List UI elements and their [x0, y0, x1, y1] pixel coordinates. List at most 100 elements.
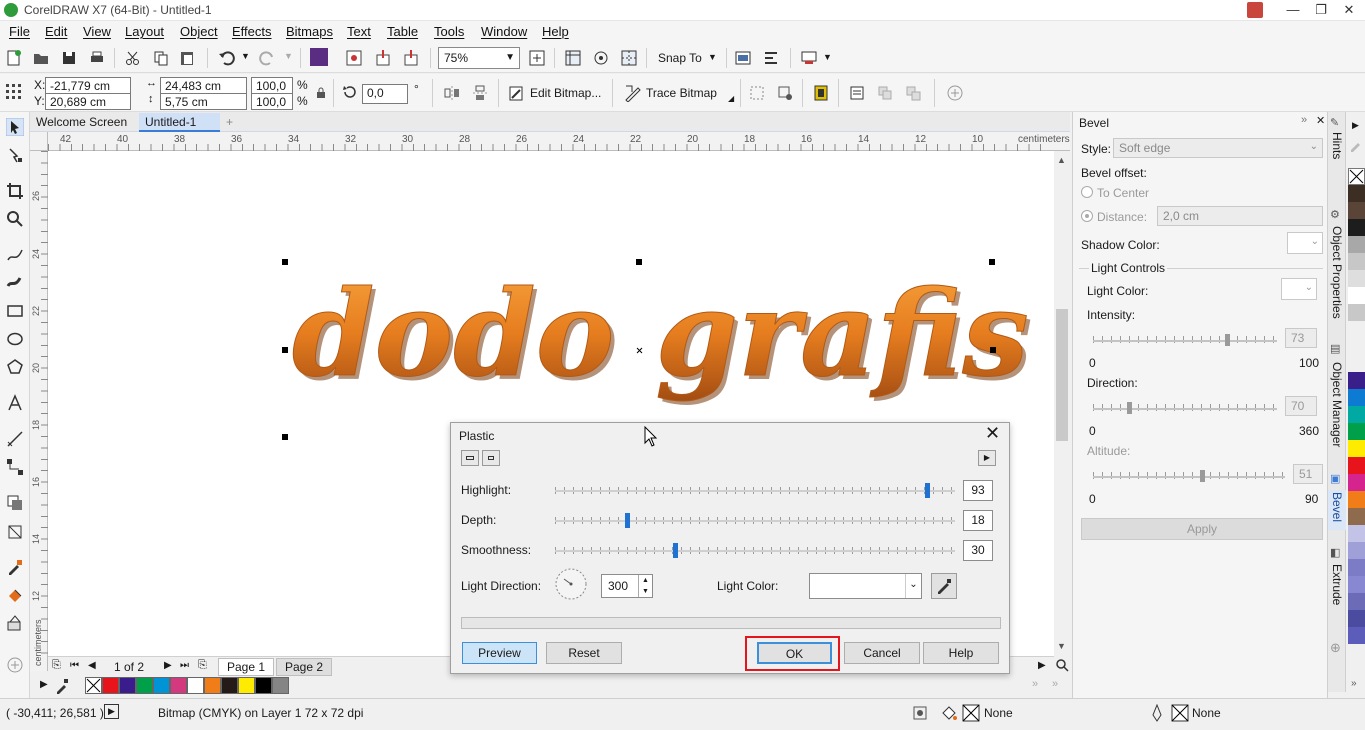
options-icon[interactable]: [734, 49, 752, 67]
light-direction-dial-icon[interactable]: [554, 567, 588, 601]
lock-ratio-icon[interactable]: [316, 87, 326, 99]
open-folder-icon[interactable]: [32, 49, 50, 67]
tab-object-manager[interactable]: Object Manager: [1328, 360, 1346, 460]
color-swatch[interactable]: [238, 677, 255, 694]
color-swatch[interactable]: [1348, 372, 1365, 389]
to-center-radio[interactable]: [1081, 186, 1093, 198]
dialog-expand-icon[interactable]: ▶: [978, 450, 996, 466]
color-swatch[interactable]: [1348, 576, 1365, 593]
pick-tool-icon[interactable]: [6, 118, 24, 136]
freehand-tool-icon[interactable]: [6, 246, 24, 264]
palette-eyedropper-icon[interactable]: [55, 678, 69, 694]
light-color-eyedropper-button[interactable]: [931, 573, 957, 599]
depth-slider[interactable]: [555, 520, 955, 522]
color-swatch[interactable]: [187, 677, 204, 694]
color-swatch[interactable]: [102, 677, 119, 694]
trace-bitmap-button[interactable]: Trace Bitmap: [646, 86, 717, 100]
shadow-color-picker[interactable]: ⌄: [1287, 232, 1323, 254]
ruler-origin-icon[interactable]: [30, 132, 48, 151]
color-swatch[interactable]: [1348, 610, 1365, 627]
color-swatch[interactable]: [1348, 593, 1365, 610]
trace-bitmap-icon[interactable]: [624, 84, 642, 102]
cut-icon[interactable]: [124, 49, 142, 67]
color-swatch[interactable]: [1348, 304, 1365, 321]
menu-help[interactable]: Help: [542, 24, 569, 39]
snap-to-dropdown-icon[interactable]: ▼: [708, 52, 717, 62]
color-swatch[interactable]: [204, 677, 221, 694]
menu-table[interactable]: Table: [387, 24, 418, 39]
smoothness-slider[interactable]: [555, 550, 955, 552]
rectangle-tool-icon[interactable]: [6, 302, 24, 320]
next-page-icon[interactable]: ▶: [164, 660, 172, 671]
light-color-select[interactable]: ⌄: [809, 573, 922, 599]
color-swatch[interactable]: [1348, 440, 1365, 457]
color-swatch[interactable]: [1348, 406, 1365, 423]
color-proof-icon[interactable]: [912, 705, 928, 721]
new-document-icon[interactable]: [5, 49, 23, 67]
y-position-field[interactable]: 20,689 cm: [45, 93, 131, 110]
snap-to-button[interactable]: Snap To: [658, 51, 702, 65]
palette-scroll-right-icon[interactable]: »: [1032, 678, 1038, 690]
crop-bitmap-icon[interactable]: [748, 84, 766, 102]
group-objects-icon[interactable]: [876, 84, 894, 102]
highlight-value-field[interactable]: 93: [963, 480, 993, 501]
menu-layout[interactable]: Layout: [125, 24, 164, 39]
palette-eyedropper-icon[interactable]: [1349, 136, 1363, 152]
menu-view[interactable]: View: [83, 24, 111, 39]
intensity-slider[interactable]: [1093, 340, 1277, 342]
x-position-field[interactable]: -21,779 cm: [45, 77, 131, 94]
color-swatch[interactable]: [1348, 508, 1365, 525]
add-document-tab-button[interactable]: +: [220, 113, 238, 132]
distance-radio[interactable]: [1081, 210, 1093, 222]
color-swatch[interactable]: [272, 677, 289, 694]
reset-button[interactable]: Reset: [546, 642, 622, 664]
search-content-icon[interactable]: [345, 49, 363, 67]
mirror-horizontal-icon[interactable]: [443, 84, 461, 102]
mirror-vertical-icon[interactable]: [471, 84, 489, 102]
height-field[interactable]: 5,75 cm: [160, 93, 247, 110]
depth-slider-thumb[interactable]: [625, 513, 630, 528]
print-icon[interactable]: [88, 49, 106, 67]
close-window-button[interactable]: ✕: [1333, 0, 1365, 20]
first-page-icon[interactable]: ⏮: [70, 660, 79, 671]
intensity-value-field[interactable]: 73: [1285, 328, 1317, 348]
previous-page-icon[interactable]: ◀: [88, 660, 96, 671]
tab-extrude[interactable]: Extrude: [1328, 562, 1346, 618]
scale-y-field[interactable]: 100,0: [251, 93, 293, 110]
page-tab-2[interactable]: Page 2: [276, 658, 333, 676]
color-swatch[interactable]: [153, 677, 170, 694]
dialog-close-icon[interactable]: ✕: [985, 423, 1000, 444]
shape-tool-icon[interactable]: [6, 146, 24, 164]
color-swatch[interactable]: [1348, 491, 1365, 508]
crop-tool-icon[interactable]: [6, 182, 24, 200]
scroll-right-icon[interactable]: ▶: [1038, 660, 1046, 671]
vertical-scrollbar[interactable]: ▲ ▼: [1054, 151, 1070, 656]
coreldraw-launcher-icon[interactable]: [310, 48, 328, 66]
dual-preview-icon[interactable]: [461, 450, 479, 466]
application-launcher-icon[interactable]: [800, 49, 818, 67]
menu-bitmaps[interactable]: Bitmaps: [286, 24, 333, 39]
scroll-down-icon[interactable]: ▼: [1057, 641, 1066, 651]
highlight-slider-thumb[interactable]: [925, 483, 930, 498]
scale-x-field[interactable]: 100,0: [251, 77, 293, 94]
rotation-angle-field[interactable]: 0,0: [362, 84, 408, 104]
menu-edit[interactable]: Edit: [45, 24, 67, 39]
ungroup-objects-icon[interactable]: [904, 84, 922, 102]
tab-hints[interactable]: Hints: [1328, 130, 1346, 186]
direction-slider-thumb[interactable]: [1126, 402, 1132, 414]
palette-arrow-icon[interactable]: ▶: [40, 679, 48, 690]
direction-slider[interactable]: [1093, 408, 1277, 410]
page-tab-1[interactable]: Page 1: [218, 658, 275, 676]
light-direction-spinner[interactable]: 300 ▲ ▼: [601, 574, 653, 598]
save-icon[interactable]: [60, 49, 78, 67]
color-swatch[interactable]: [1348, 423, 1365, 440]
scrollbar-thumb[interactable]: [1056, 309, 1068, 441]
bitmap-color-mask-icon[interactable]: [812, 84, 830, 102]
help-button[interactable]: Help: [923, 642, 999, 664]
ellipse-tool-icon[interactable]: [6, 330, 24, 348]
color-swatch[interactable]: [1348, 627, 1365, 644]
tab-untitled-1[interactable]: Untitled-1: [139, 113, 220, 132]
highlight-slider[interactable]: [555, 490, 955, 492]
color-swatch[interactable]: [255, 677, 272, 694]
palette-scroll-down-icon[interactable]: »: [1351, 678, 1357, 689]
